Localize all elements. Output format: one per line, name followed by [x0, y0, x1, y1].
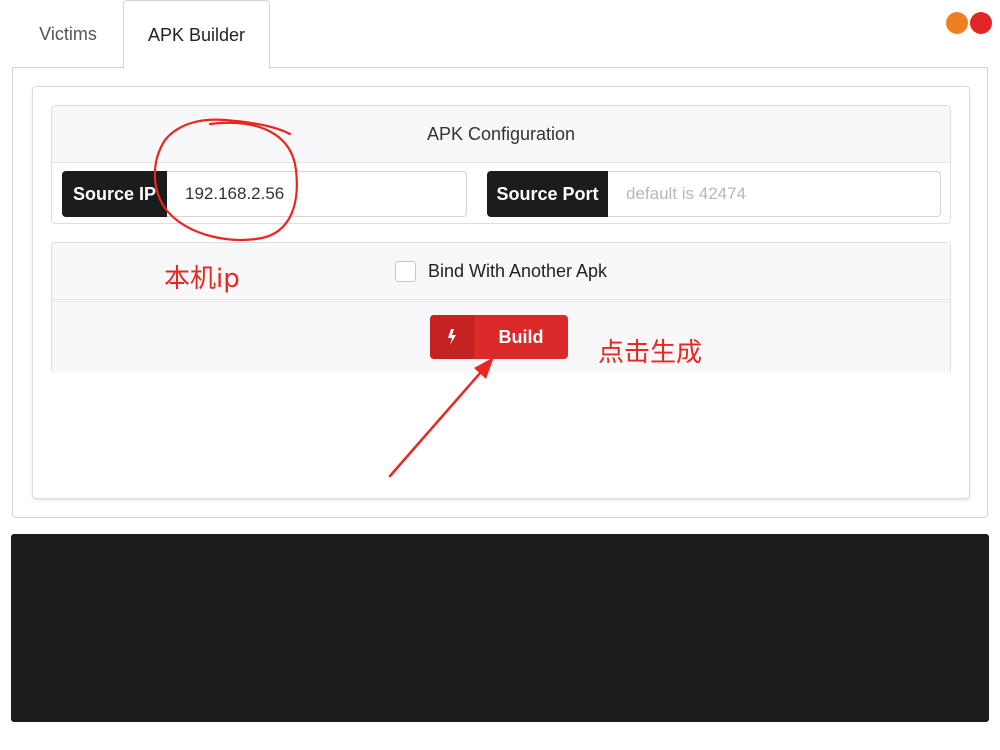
lightning-icon: [430, 315, 474, 359]
source-port-label: Source Port: [487, 171, 608, 217]
log-console: [11, 534, 989, 722]
build-button[interactable]: Build: [430, 315, 568, 359]
source-ip-input[interactable]: [167, 171, 467, 217]
source-ip-label: Source IP: [62, 171, 167, 217]
tab-bar: Victims APK Builder: [0, 0, 1000, 69]
window-controls: [946, 12, 992, 34]
apk-configuration-segment: APK Configuration Source IP Source Port: [51, 105, 951, 224]
bind-apk-label: Bind With Another Apk: [427, 260, 608, 281]
apk-configuration-title: APK Configuration: [52, 106, 950, 163]
tab-apk-builder[interactable]: APK Builder: [123, 0, 270, 69]
tab-victims[interactable]: Victims: [14, 0, 122, 68]
minimize-dot-icon[interactable]: [946, 12, 968, 34]
build-note-annotation: 点击生成: [598, 338, 703, 368]
build-row: Build: [52, 301, 950, 373]
source-ip-group: Source IP: [62, 171, 467, 217]
bind-apk-checkbox[interactable]: Bind With Another Apk: [394, 260, 608, 282]
build-button-label: Build: [498, 326, 544, 347]
apk-builder-panel: APK Configuration Source IP Source Port …: [12, 67, 988, 518]
ip-note-annotation: 本机ip: [164, 264, 240, 294]
source-port-group: Source Port: [487, 171, 941, 217]
source-port-input[interactable]: [608, 171, 941, 217]
close-dot-icon[interactable]: [970, 12, 992, 34]
checkbox-box-icon[interactable]: [394, 260, 416, 282]
